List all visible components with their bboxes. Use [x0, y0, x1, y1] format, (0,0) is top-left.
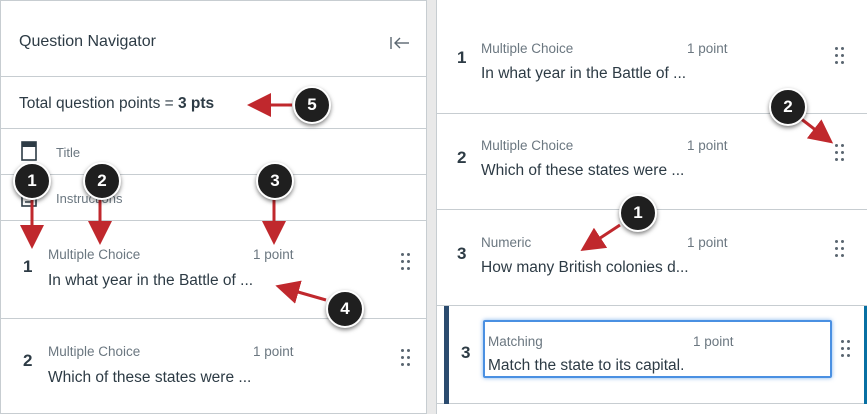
title-icon	[21, 141, 37, 161]
question-type: Multiple Choice	[481, 138, 574, 153]
collapse-left-icon[interactable]	[389, 35, 411, 51]
callout-right-1: 1	[619, 194, 657, 232]
drag-handle-icon[interactable]	[835, 144, 847, 164]
question-number: 2	[457, 148, 467, 167]
drag-handle-icon[interactable]	[401, 349, 413, 369]
total-points-row: Total question points = 3 pts	[1, 77, 426, 129]
navigator-header: Question Navigator	[1, 1, 426, 77]
focused-question-outline	[483, 320, 832, 378]
question-points: 1 point	[687, 235, 728, 250]
active-question-indicator	[444, 306, 449, 404]
drag-handle-icon[interactable]	[401, 253, 413, 273]
callout-5: 5	[293, 86, 331, 124]
navigator-question-2[interactable]: 2 Multiple Choice 1 point Which of these…	[1, 319, 426, 413]
question-text: Which of these states were ...	[48, 369, 252, 386]
question-points: 1 point	[687, 138, 728, 153]
callout-1: 1	[13, 162, 51, 200]
question-points: 1 point	[687, 41, 728, 56]
question-type: Multiple Choice	[48, 247, 141, 262]
question-navigator-panel: Question Navigator Total question points…	[0, 0, 427, 414]
drag-handle-icon[interactable]	[835, 240, 847, 260]
question-number: 1	[23, 257, 33, 276]
question-list-item-2[interactable]: 2 Multiple Choice 1 point Which of these…	[437, 114, 867, 210]
question-points: 1 point	[253, 344, 294, 359]
question-text: In what year in the Battle of ...	[48, 272, 254, 289]
question-number: 2	[23, 351, 33, 370]
title-row[interactable]: Title	[1, 129, 426, 175]
total-points-label: Total question points =	[19, 95, 178, 112]
question-text: How many British colonies d...	[481, 259, 689, 276]
question-type: Multiple Choice	[481, 41, 574, 56]
navigator-title: Question Navigator	[19, 33, 156, 50]
callout-4: 4	[326, 290, 364, 328]
total-points-value: 3 pts	[177, 95, 215, 112]
callout-right-2: 2	[769, 88, 807, 126]
question-number: 3	[461, 343, 471, 362]
question-number: 3	[457, 244, 467, 263]
question-text: Which of these states were ...	[481, 162, 685, 179]
question-type: Numeric	[481, 235, 532, 250]
callout-3: 3	[256, 162, 294, 200]
question-number: 1	[457, 48, 467, 67]
question-points: 1 point	[253, 247, 294, 262]
instructions-row[interactable]: Instructions	[1, 175, 426, 221]
drag-handle-icon[interactable]	[835, 47, 847, 67]
drag-handle-icon[interactable]	[841, 340, 853, 360]
callout-2: 2	[83, 162, 121, 200]
total-points-text: Total question points = 3 pts	[19, 95, 214, 113]
title-row-label: Title	[56, 145, 81, 160]
question-text: In what year in the Battle of ...	[481, 65, 687, 82]
question-type: Multiple Choice	[48, 344, 141, 359]
